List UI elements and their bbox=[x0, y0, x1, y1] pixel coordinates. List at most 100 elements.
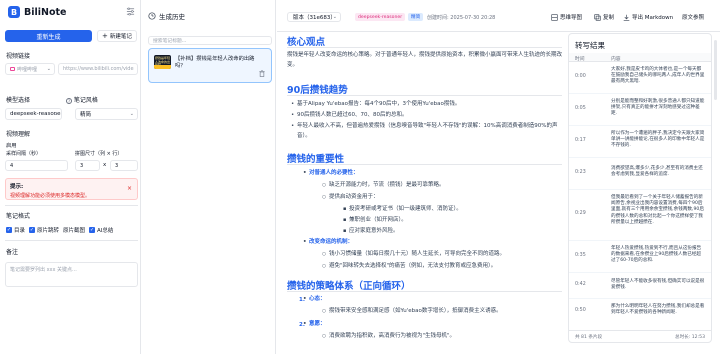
heading-strategy: 攒钱的策略体系（正向循环） bbox=[287, 281, 411, 292]
row-text: 分别是能而整和好刺激,很多普通人都只知道能拼架,只有真正的能拼才深刻地感受过这种… bbox=[611, 99, 705, 117]
list-item: 兼职创业（如开网店）。 bbox=[343, 216, 559, 226]
close-icon[interactable]: × bbox=[127, 185, 132, 192]
heading-rule bbox=[287, 47, 562, 48]
platform-select[interactable]: 哔哩哔哩 ⌄ bbox=[5, 63, 55, 75]
version-value: 版本（31e683） bbox=[293, 15, 336, 21]
bilibili-icon bbox=[10, 67, 15, 71]
note-style-select[interactable]: 精简 ⌄ bbox=[75, 108, 138, 120]
transcript-row[interactable]: 0:29 但我最近看到了一个关于年轻人储蓄报告的新闻原告,余视业出我内容设置消费… bbox=[569, 191, 711, 241]
model-select-label: 模型选择 bbox=[6, 97, 31, 104]
heading-rule bbox=[287, 164, 562, 165]
list-item: 90后攒钱人数已超过60、70、80后的总和。 bbox=[291, 111, 559, 121]
list-item: 投资考研或考证书（如一级建筑师、消防证）。 bbox=[343, 205, 559, 215]
settings-sidebar: B BiliNote 重新生成 + 新建笔记 视频链接 哔哩哔哩 ⌄ https… bbox=[0, 0, 141, 354]
divider bbox=[5, 240, 138, 241]
heading-rule bbox=[287, 95, 562, 96]
created-time: 创建时间: 2025-07-30 20:28 bbox=[427, 15, 496, 21]
transcript-row[interactable]: 0:00 大家好,我是皮卡鸡的大体者也,是一个每天都在鼓励我自己储头的哪吒两人,… bbox=[569, 63, 711, 94]
transcript-row[interactable]: 0:35 年轻人热爱攒钱,热爱到不行,而且从这份报告的数据来看,在余攒业上90后… bbox=[569, 242, 711, 273]
note-toolbar: 版本（31e683） ⌄ deepseek-reasoner 精简 创建时间: … bbox=[277, 0, 720, 32]
sliders-icon[interactable] bbox=[126, 7, 135, 16]
list-item: 避免"回味转失去选择权"的痛苦（例如，无法支付教育或应急费用）。 bbox=[322, 262, 559, 272]
row-time: 0:23 bbox=[575, 170, 586, 175]
remark-label: 备注 bbox=[6, 249, 19, 256]
chevron-down-icon: ⌄ bbox=[46, 66, 51, 72]
format-toc-checkbox[interactable]: ✓ 目录 bbox=[6, 226, 25, 234]
list-item: 钱小习惯储量（如每日攒几十元）随人生延长，可导向完全不同的道路。 bbox=[322, 250, 559, 260]
transcript-row[interactable]: 0:05 分别是能而整和好刺激,很多普通人都只知道能拼架,只有真正的能拼才深刻地… bbox=[569, 95, 711, 126]
note-content: 核心观点 攒钱是年轻人改变命运的核心策略。对于普通年轻人，攒钱提供原始资本，积累… bbox=[287, 34, 562, 354]
row-time: 0:42 bbox=[575, 282, 586, 287]
regenerate-button[interactable]: 重新生成 bbox=[5, 30, 92, 42]
trash-icon[interactable] bbox=[259, 70, 265, 77]
history-title: 生成历史 bbox=[159, 13, 185, 21]
mindmap-button[interactable]: 思维导图 bbox=[551, 13, 582, 21]
row-text: 尽管年轻人不能收多很有钱,但确实可以说是很爱攒钱. bbox=[611, 279, 705, 291]
format-screenshot-checkbox[interactable]: 原片截图 bbox=[63, 226, 85, 234]
col-time: 时间 bbox=[575, 57, 585, 62]
new-note-button[interactable]: + 新建笔记 bbox=[97, 30, 137, 42]
transcript-row[interactable]: 0:42 尽管年轻人不能收多很有钱,但确实可以说是很爱攒钱. bbox=[569, 274, 711, 299]
list-item: 基于Alipay Yu'ebao报告：每4个90后中，3个使用Yu'ebao攒钱… bbox=[291, 100, 559, 110]
format-jump-checkbox[interactable]: ✓ 原片跳转 bbox=[29, 226, 59, 234]
row-text: 那为什么明明年轻人在努力攒钱,我们却总是看到年轻人不爱攒钱的各种新闻呢. bbox=[611, 304, 705, 316]
copy-icon bbox=[594, 13, 601, 21]
list-item: 改变命运的机制： bbox=[303, 238, 549, 248]
total-duration: 总时长: 12:53 bbox=[674, 335, 705, 340]
transcript-row[interactable]: 0:23 消费欲望高,爆多少,花多少,甚至有的消费主还会考虑到我,显爱各样的追席… bbox=[569, 159, 711, 190]
enable-label: 启用 bbox=[6, 143, 17, 149]
platform-value: 哔哩哔哩 bbox=[17, 66, 38, 73]
transcript-row[interactable]: 0:50 那为什么明明年轻人在努力攒钱,我们却总是看到年轻人不爱攒钱的各种新闻呢… bbox=[569, 300, 711, 331]
sample-interval-label: 采样间隔（秒） bbox=[6, 151, 42, 157]
mindmap-label: 思维导图 bbox=[560, 15, 583, 21]
row-time: 0:00 bbox=[575, 74, 586, 79]
list-item: 心态： bbox=[303, 295, 509, 305]
format-screenshot-label: 原片截图 bbox=[63, 228, 86, 234]
row-time: 0:05 bbox=[575, 106, 586, 111]
grid-rows-input[interactable]: 3 bbox=[110, 160, 138, 171]
row-text: 大家好,我是皮卡鸡的大体者也,是一个每天都在鼓励我自己储头的哪吒两人,成年人的世… bbox=[611, 67, 705, 85]
transcript-footer: 共 81 条片段 总时长: 12:53 bbox=[569, 330, 711, 342]
transcript-row[interactable]: 0:17 所以作为一个遭遍的胖子,我决定今天跟大家简单讲一讲能拼能论,在很多人的… bbox=[569, 127, 711, 158]
chevron-down-icon: ⌄ bbox=[332, 14, 337, 20]
heading-trend: 90后攒钱趋势 bbox=[287, 85, 348, 96]
transcript-panel: 转写结果 时间 内容 0:00 大家好,我是皮卡鸡的大体者也,是一个每天都在鼓励… bbox=[568, 33, 712, 343]
list-item: 意愿： bbox=[303, 320, 509, 330]
video-understanding-label: 视频理解 bbox=[6, 131, 31, 138]
source-reference-button[interactable]: 原文参照 bbox=[682, 13, 704, 21]
clock-icon bbox=[148, 12, 156, 20]
thumbnail-bar bbox=[154, 65, 171, 69]
app-name: BiliNote bbox=[24, 6, 67, 18]
transcript-scrollbar[interactable] bbox=[714, 40, 717, 100]
help-icon[interactable]: ? bbox=[66, 97, 72, 104]
grid-cols-input[interactable]: 3 bbox=[75, 160, 100, 171]
model-select[interactable]: deepseek-reasone ⌄ bbox=[5, 108, 62, 120]
copy-button[interactable]: 复制 bbox=[594, 13, 614, 21]
history-item[interactable]: 攒钱是年轻人改命的出路吗 【补档】攒钱是年轻人改命的出路吗？ bbox=[148, 48, 272, 83]
divider bbox=[5, 205, 138, 206]
list-item: 缺乏开源能力时，节流（攒钱）是最可靠策略。 bbox=[322, 181, 559, 191]
export-label: 导出 Markdown bbox=[632, 15, 674, 21]
multimodal-tip: 提示: 视频理解功能必须使用多模态模型。 × bbox=[5, 178, 138, 200]
app-logo: B BiliNote bbox=[8, 5, 66, 19]
model-badge: deepseek-reasoner bbox=[355, 13, 406, 21]
row-text: 消费欲望高,爆多少,花多少,甚至有的消费主还会考虑到我,显爱各样的追席. bbox=[611, 166, 703, 178]
version-select[interactable]: 版本（31e683） ⌄ bbox=[287, 12, 341, 22]
grid-x-label: x bbox=[103, 162, 107, 168]
chevron-down-icon: ⌄ bbox=[129, 111, 134, 117]
history-panel: 生成历史 搜索笔记标题... 攒钱是年轻人改命的出路吗 【补档】攒钱是年轻人改命… bbox=[142, 0, 276, 354]
video-url-input[interactable]: https://www.bilibili.com/vide bbox=[58, 63, 138, 75]
history-search-input[interactable]: 搜索笔记标题... bbox=[148, 36, 272, 45]
mindmap-icon bbox=[551, 13, 558, 21]
list-item: 提供启动资金用于： bbox=[322, 193, 559, 203]
sample-interval-input[interactable]: 4 bbox=[5, 160, 68, 171]
format-options: ✓ 目录 ✓ 原片跳转 原片截图 ✓ AI总结 bbox=[6, 226, 117, 234]
remark-textarea[interactable]: 笔记需要罗列出 xxx 关键点... bbox=[5, 262, 138, 287]
chevron-down-icon: ⌄ bbox=[53, 111, 58, 117]
format-ai-summary-label: AI总结 bbox=[97, 228, 114, 234]
export-markdown-button[interactable]: 导出 Markdown bbox=[623, 13, 673, 21]
heading-core: 核心观点 bbox=[287, 37, 326, 48]
heading-rule bbox=[287, 291, 562, 292]
format-ai-summary-checkbox[interactable]: ✓ AI总结 bbox=[89, 226, 113, 234]
format-toc-label: 目录 bbox=[14, 228, 26, 234]
